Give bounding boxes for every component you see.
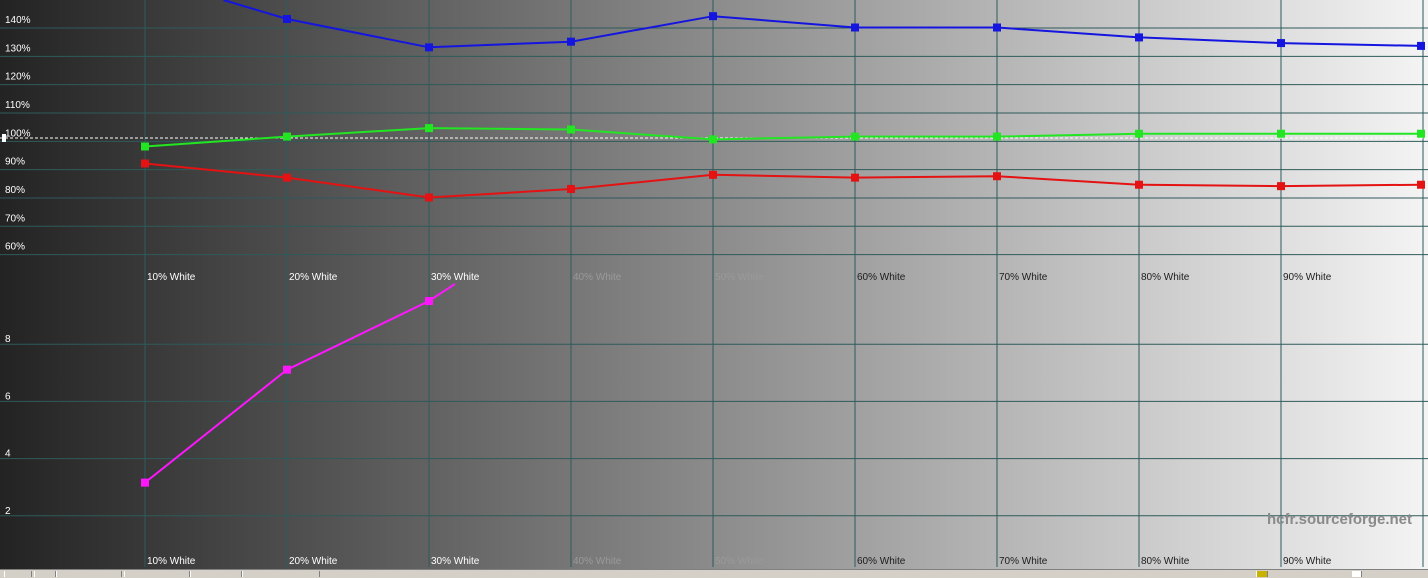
x-tick-label: 50% White [715,556,764,567]
data-point-green [1277,129,1285,138]
data-point-blue [1135,33,1143,42]
x-tick-label: 50% White [715,272,764,283]
data-point-blue [1417,41,1425,50]
x-tick-label: 90% White [1283,272,1332,283]
y-tick-label: 6 [5,391,11,402]
y-tick-label: 120% [5,72,31,83]
y-tick-label: 140% [5,15,31,26]
data-point-blue [709,12,717,21]
y-tick-label: 2 [5,506,11,517]
rgb-levels-chart: 60%70%80%90%100%110%120%130%140%10% Whit… [0,0,1428,569]
data-point-blue [993,23,1001,32]
x-tick-label: 70% White [999,556,1048,567]
data-point-green [141,142,149,151]
y-tick-label: 90% [5,157,25,168]
data-point-green [993,132,1001,141]
x-tick-label: 40% White [573,556,622,567]
data-point-red [425,193,433,202]
x-tick-label: 80% White [1141,272,1190,283]
data-point-blue [567,37,575,46]
data-point-green [851,132,859,141]
status-tab-1[interactable] [4,571,32,577]
y-tick-label: 110% [5,100,30,111]
chart-background [0,0,1428,569]
status-tab-3[interactable] [56,571,122,577]
x-tick-label: 80% White [1141,556,1190,567]
status-icon [1256,571,1268,577]
y-tick-label: 70% [5,213,25,224]
watermark-text: hcfr.sourceforge.net [1267,511,1412,528]
x-tick-label: 10% White [147,272,196,283]
data-point-red [141,159,149,168]
status-tab-2[interactable] [34,571,56,577]
x-tick-label: 60% White [857,272,906,283]
data-point-red [993,172,1001,181]
data-point-green [1417,129,1425,138]
x-tick-label: 10% White [147,556,196,567]
data-point-red [709,170,717,179]
x-tick-label: 60% White [857,556,906,567]
x-tick-label: 30% White [431,272,480,283]
data-point-red [1417,180,1425,189]
data-point-red [567,184,575,193]
data-point-green [283,132,291,141]
data-point-magenta [141,478,149,487]
y-tick-label: 80% [5,185,25,196]
data-point-red [851,173,859,182]
x-tick-label: 20% White [289,556,338,567]
data-point-green [425,124,433,133]
x-tick-label: 30% White [431,556,480,567]
x-tick-label: 70% White [999,272,1048,283]
data-point-green [567,125,575,134]
data-point-blue [283,15,291,23]
status-tab-5[interactable] [190,571,242,577]
data-point-green [1135,129,1143,138]
y-tick-label: 8 [5,334,11,345]
data-point-red [1277,182,1285,191]
y-tick-label: 130% [5,43,31,54]
data-point-blue [425,43,433,52]
x-tick-label: 90% White [1283,556,1332,567]
reference-marker [2,133,6,142]
status-tab-4[interactable] [124,571,190,577]
status-checkbox[interactable] [1352,571,1362,577]
y-tick-label: 4 [5,449,11,460]
data-point-magenta [283,365,291,374]
y-tick-label: 60% [5,242,25,253]
data-point-green [709,135,717,144]
x-tick-label: 20% White [289,272,338,283]
x-tick-label: 40% White [573,272,622,283]
data-point-magenta [425,297,433,306]
data-point-blue [1277,39,1285,48]
data-point-blue [851,23,859,32]
status-tab-6[interactable] [242,571,320,577]
data-point-red [283,173,291,182]
data-point-red [1135,180,1143,189]
